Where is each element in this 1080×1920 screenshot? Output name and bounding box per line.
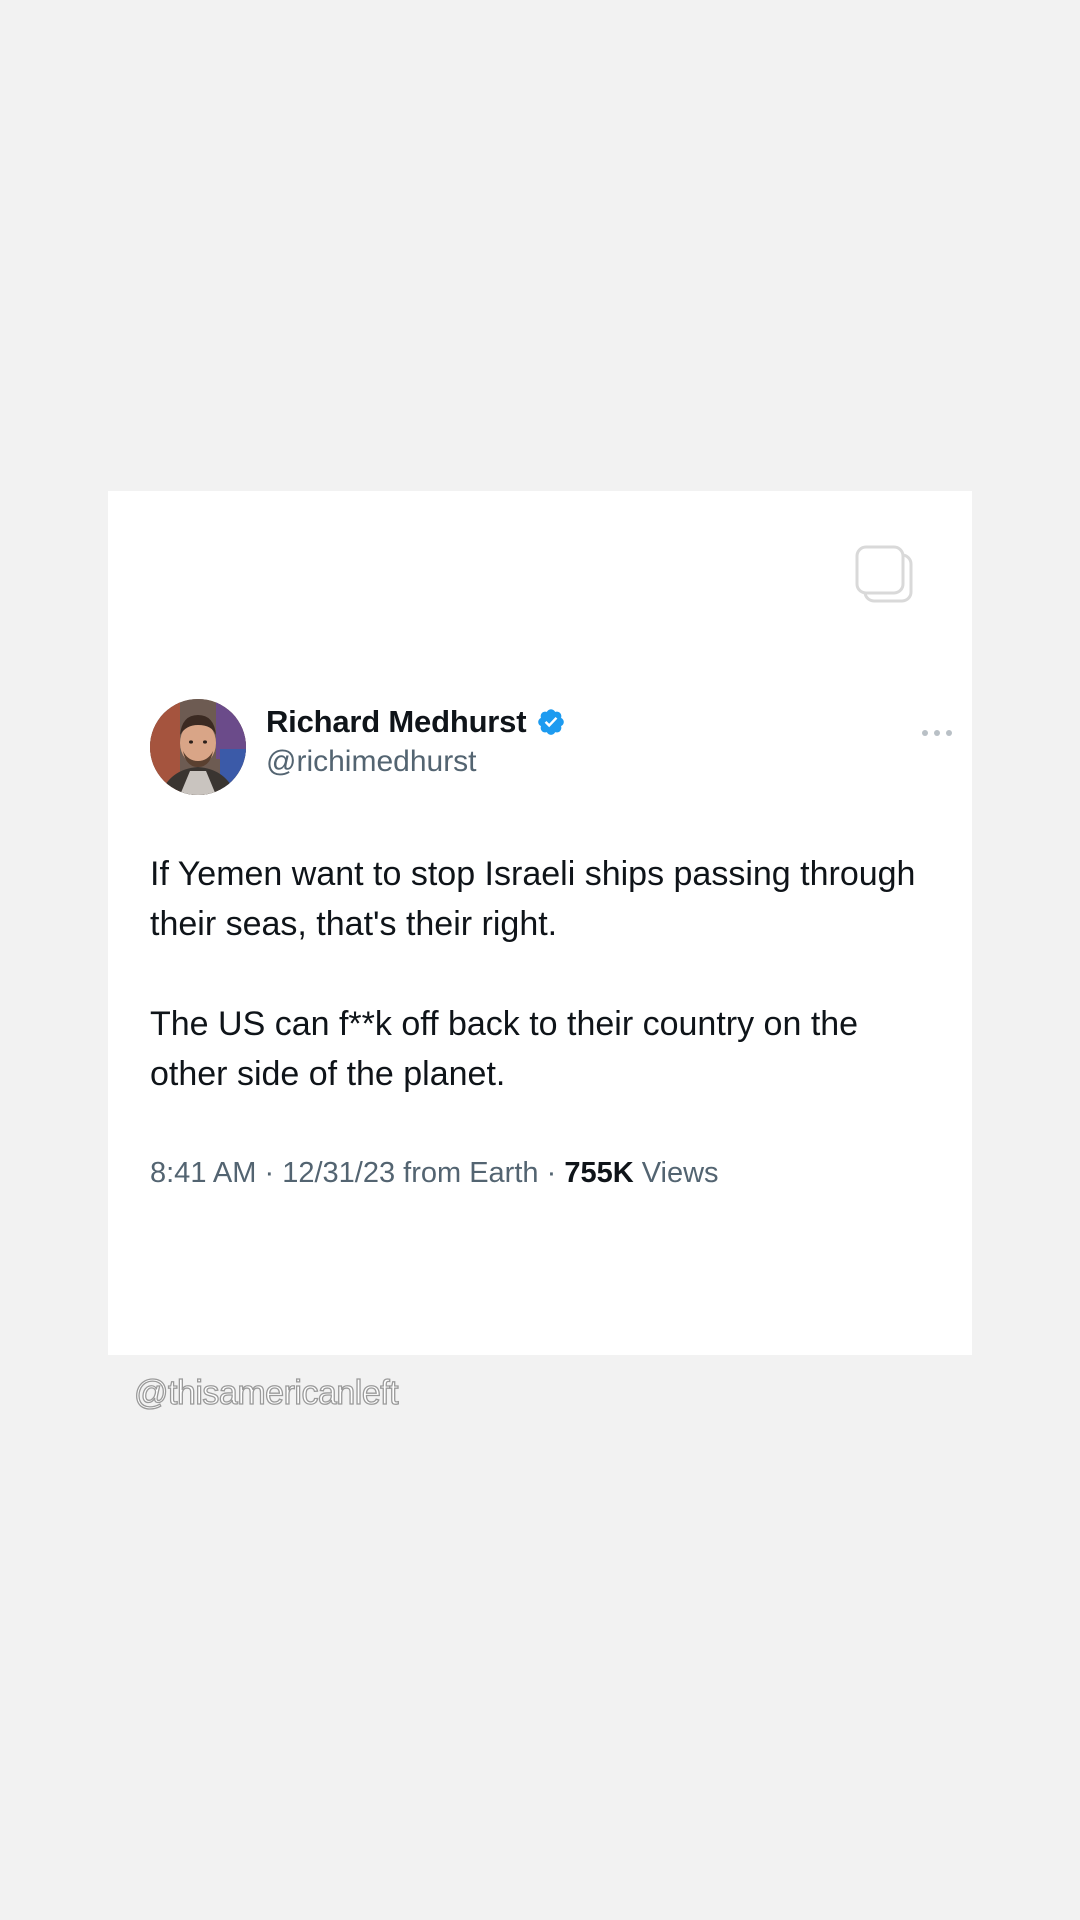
tweet-meta: 8:41 AM · 12/31/23 from Earth · 755K Vie…: [150, 1157, 719, 1190]
tweet-paragraph: The US can f**k off back to their countr…: [150, 1005, 859, 1093]
tweet-card: Richard Medhurst @richimedhurst If Yemen…: [108, 491, 972, 1355]
name-row: Richard Medhurst: [266, 703, 566, 741]
tweet-time[interactable]: 8:41 AM: [150, 1157, 256, 1189]
meta-separator: ·: [264, 1157, 275, 1189]
tweet-date[interactable]: 12/31/23: [282, 1157, 395, 1189]
tweet-text: If Yemen want to stop Israeli ships pass…: [150, 849, 940, 1099]
profile-photo-icon: [150, 699, 246, 795]
watermark: @thisamericanleft: [133, 1373, 399, 1412]
copy-icon[interactable]: [851, 541, 919, 609]
more-options-icon[interactable]: [920, 727, 954, 739]
tweet-source: from Earth: [403, 1157, 539, 1189]
views-count[interactable]: 755K: [564, 1157, 633, 1189]
verified-badge-icon: [538, 709, 565, 735]
author-block: Richard Medhurst @richimedhurst: [266, 703, 566, 779]
avatar[interactable]: [150, 699, 246, 795]
handle[interactable]: @richimedhurst: [266, 745, 566, 779]
tweet-paragraph: If Yemen want to stop Israeli ships pass…: [150, 855, 916, 943]
meta-separator: ·: [546, 1157, 557, 1189]
views-label: Views: [641, 1157, 719, 1189]
display-name[interactable]: Richard Medhurst: [266, 704, 527, 740]
